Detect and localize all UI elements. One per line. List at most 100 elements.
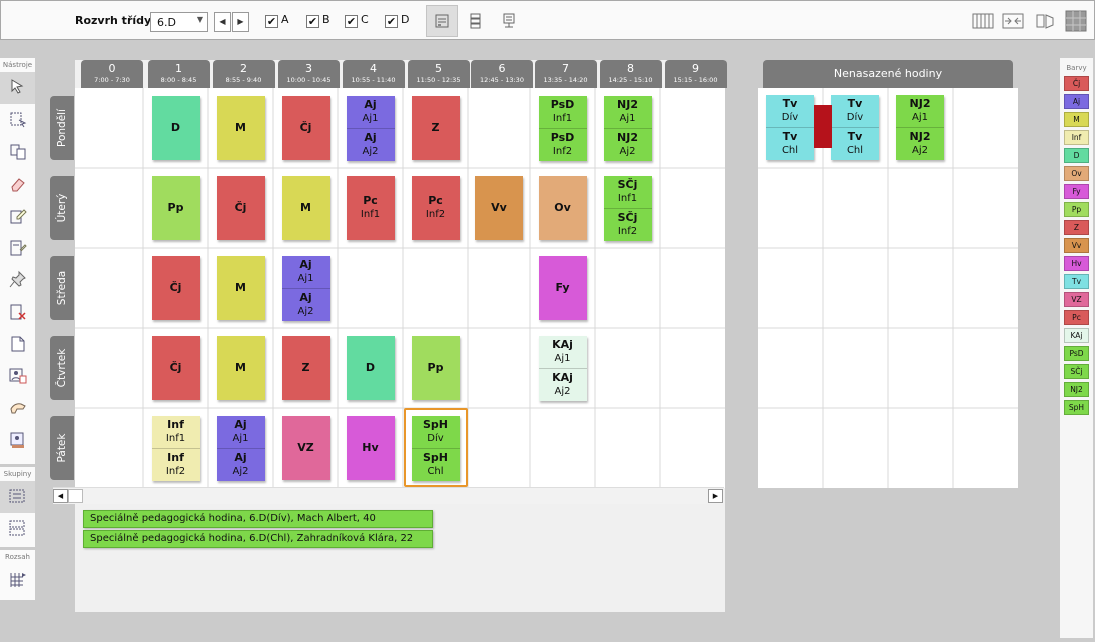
scroll-thumb[interactable] (68, 489, 83, 503)
lesson-card[interactable]: Čj (281, 96, 330, 160)
lesson-card[interactable]: Aj Aj1 Aj Aj2 (281, 256, 330, 321)
pointer-tool[interactable] (0, 72, 35, 104)
lesson-card[interactable]: Čj (151, 336, 200, 400)
color-swatch-5[interactable]: Ov (1064, 166, 1089, 181)
day-header-5: Pátek (50, 416, 74, 480)
color-swatch-6[interactable]: Fy (1064, 184, 1089, 199)
color-swatch-15[interactable]: PsD (1064, 346, 1089, 361)
color-swatch-2[interactable]: M (1064, 112, 1089, 127)
lesson-card[interactable]: Tv Dív Tv Chl (766, 95, 814, 160)
lesson-card[interactable]: M (216, 336, 265, 400)
class-select[interactable]: 6.D ▼ (150, 12, 208, 32)
hand-tool[interactable] (0, 392, 35, 424)
lesson-info-row[interactable]: Speciálně pedagogická hodina, 6.D(Dív), … (83, 510, 433, 528)
lesson-card[interactable]: Čj (151, 256, 200, 320)
prev-class-button[interactable]: ◀ (214, 12, 231, 32)
color-swatch-13[interactable]: Pc (1064, 310, 1089, 325)
lesson-card[interactable]: Hv (346, 416, 395, 480)
lesson-card[interactable]: Vv (475, 176, 523, 240)
lesson-half: Inf Inf1 (152, 416, 200, 448)
lesson-card[interactable]: D (151, 96, 200, 160)
delete-card-tool[interactable] (0, 296, 35, 328)
color-swatch-8[interactable]: Z (1064, 220, 1089, 235)
pin-tool[interactable] (0, 264, 35, 296)
lesson-card[interactable]: KAj Aj1 KAj Aj2 (538, 336, 587, 401)
checkbox-box[interactable]: ✔ (345, 15, 358, 28)
lesson-info-row[interactable]: Speciálně pedagogická hodina, 6.D(Chl), … (83, 530, 433, 548)
color-swatch-10[interactable]: Hv (1064, 256, 1089, 271)
color-swatch-1[interactable]: Aj (1064, 94, 1089, 109)
checkbox-c[interactable]: ✔ C (345, 13, 369, 28)
lesson-card[interactable]: Aj Aj1 Aj Aj2 (346, 96, 395, 161)
color-swatch-7[interactable]: Pp (1064, 202, 1089, 217)
list-view-button[interactable] (426, 5, 458, 37)
color-swatch-17[interactable]: NJ2 (1064, 382, 1089, 397)
mirror-button[interactable] (1029, 5, 1061, 37)
print-layout-button[interactable] (493, 5, 525, 37)
grid-button[interactable] (1060, 5, 1092, 37)
lesson-card[interactable]: Ov (538, 176, 587, 240)
scroll-left-button[interactable]: ◀ (53, 489, 68, 503)
lesson-subject: Čj (169, 281, 182, 294)
lesson-card[interactable]: NJ2 Aj1 NJ2 Aj2 (603, 96, 652, 161)
scroll-right-button[interactable]: ▶ (708, 489, 723, 503)
tree-view-button[interactable] (460, 5, 492, 37)
card-edit-tool[interactable] (0, 232, 35, 264)
note-tool[interactable] (0, 328, 35, 360)
lesson-card[interactable]: Pp (151, 176, 200, 240)
horizontal-scrollbar[interactable]: ◀ ▶ (53, 487, 724, 504)
lesson-card[interactable]: Aj Aj1 Aj Aj2 (216, 416, 265, 481)
lesson-card[interactable]: NJ2 Aj1 NJ2 Aj2 (896, 95, 944, 160)
color-swatch-18[interactable]: SpH (1064, 400, 1089, 415)
swap-tool[interactable] (0, 136, 35, 168)
lesson-card[interactable]: VZ (281, 416, 330, 480)
lesson-body: Hv (347, 416, 395, 480)
color-swatch-0[interactable]: Čj (1064, 76, 1089, 91)
collapse-button[interactable] (997, 5, 1029, 37)
tools-section: Nástroje (0, 58, 35, 464)
lesson-card[interactable]: Tv Dív Tv Chl (831, 95, 879, 160)
checkbox-a[interactable]: ✔ A (265, 13, 289, 28)
lesson-group: Aj2 (362, 146, 379, 157)
checkbox-d[interactable]: ✔ D (385, 13, 409, 28)
lesson-subject: PsD (550, 98, 575, 111)
lesson-card[interactable]: SČj Inf1 SČj Inf2 (603, 176, 652, 241)
color-swatch-11[interactable]: Tv (1064, 274, 1089, 289)
checkbox-box[interactable]: ✔ (306, 15, 319, 28)
color-swatch-3[interactable]: Inf (1064, 130, 1089, 145)
select-tool[interactable] (0, 104, 35, 136)
lesson-subject: Čj (169, 361, 182, 374)
color-swatch-4[interactable]: D (1064, 148, 1089, 163)
lesson-card[interactable]: Inf Inf1 Inf Inf2 (151, 416, 200, 481)
lesson-card[interactable]: M (216, 256, 265, 320)
lesson-card[interactable]: Čj (216, 176, 265, 240)
lesson-card[interactable]: Pp (411, 336, 460, 400)
lesson-card[interactable]: Z (411, 96, 460, 160)
teacher-tool[interactable] (0, 360, 35, 392)
lesson-group: Aj1 (297, 273, 314, 284)
group-split-tool[interactable] (0, 481, 35, 513)
checkbox-b[interactable]: ✔ B (306, 13, 330, 28)
checkbox-box[interactable]: ✔ (385, 15, 398, 28)
color-swatch-9[interactable]: Vv (1064, 238, 1089, 253)
color-swatch-16[interactable]: SČj (1064, 364, 1089, 379)
color-swatch-12[interactable]: VZ (1064, 292, 1089, 307)
eraser-tool[interactable] (0, 168, 35, 200)
lesson-card[interactable]: Pc Inf2 (411, 176, 460, 240)
color-swatch-14[interactable]: KAj (1064, 328, 1089, 343)
lesson-card[interactable]: M (216, 96, 265, 160)
columns-button[interactable] (967, 5, 999, 37)
range-tool[interactable] (0, 564, 35, 596)
group-merge-tool[interactable] (0, 513, 35, 545)
lesson-card[interactable]: D (346, 336, 395, 400)
lesson-card[interactable]: PsD Inf1 PsD Inf2 (538, 96, 587, 161)
image-tool[interactable] (0, 424, 35, 456)
edit-tool[interactable] (0, 200, 35, 232)
lesson-card[interactable]: Pc Inf1 (346, 176, 395, 240)
next-class-button[interactable]: ▶ (232, 12, 249, 32)
lesson-card[interactable]: Fy (538, 256, 587, 320)
lesson-card[interactable]: Z (281, 336, 330, 400)
period-time: 14:25 - 15:10 (608, 76, 653, 84)
checkbox-box[interactable]: ✔ (265, 15, 278, 28)
lesson-card[interactable]: M (281, 176, 330, 240)
